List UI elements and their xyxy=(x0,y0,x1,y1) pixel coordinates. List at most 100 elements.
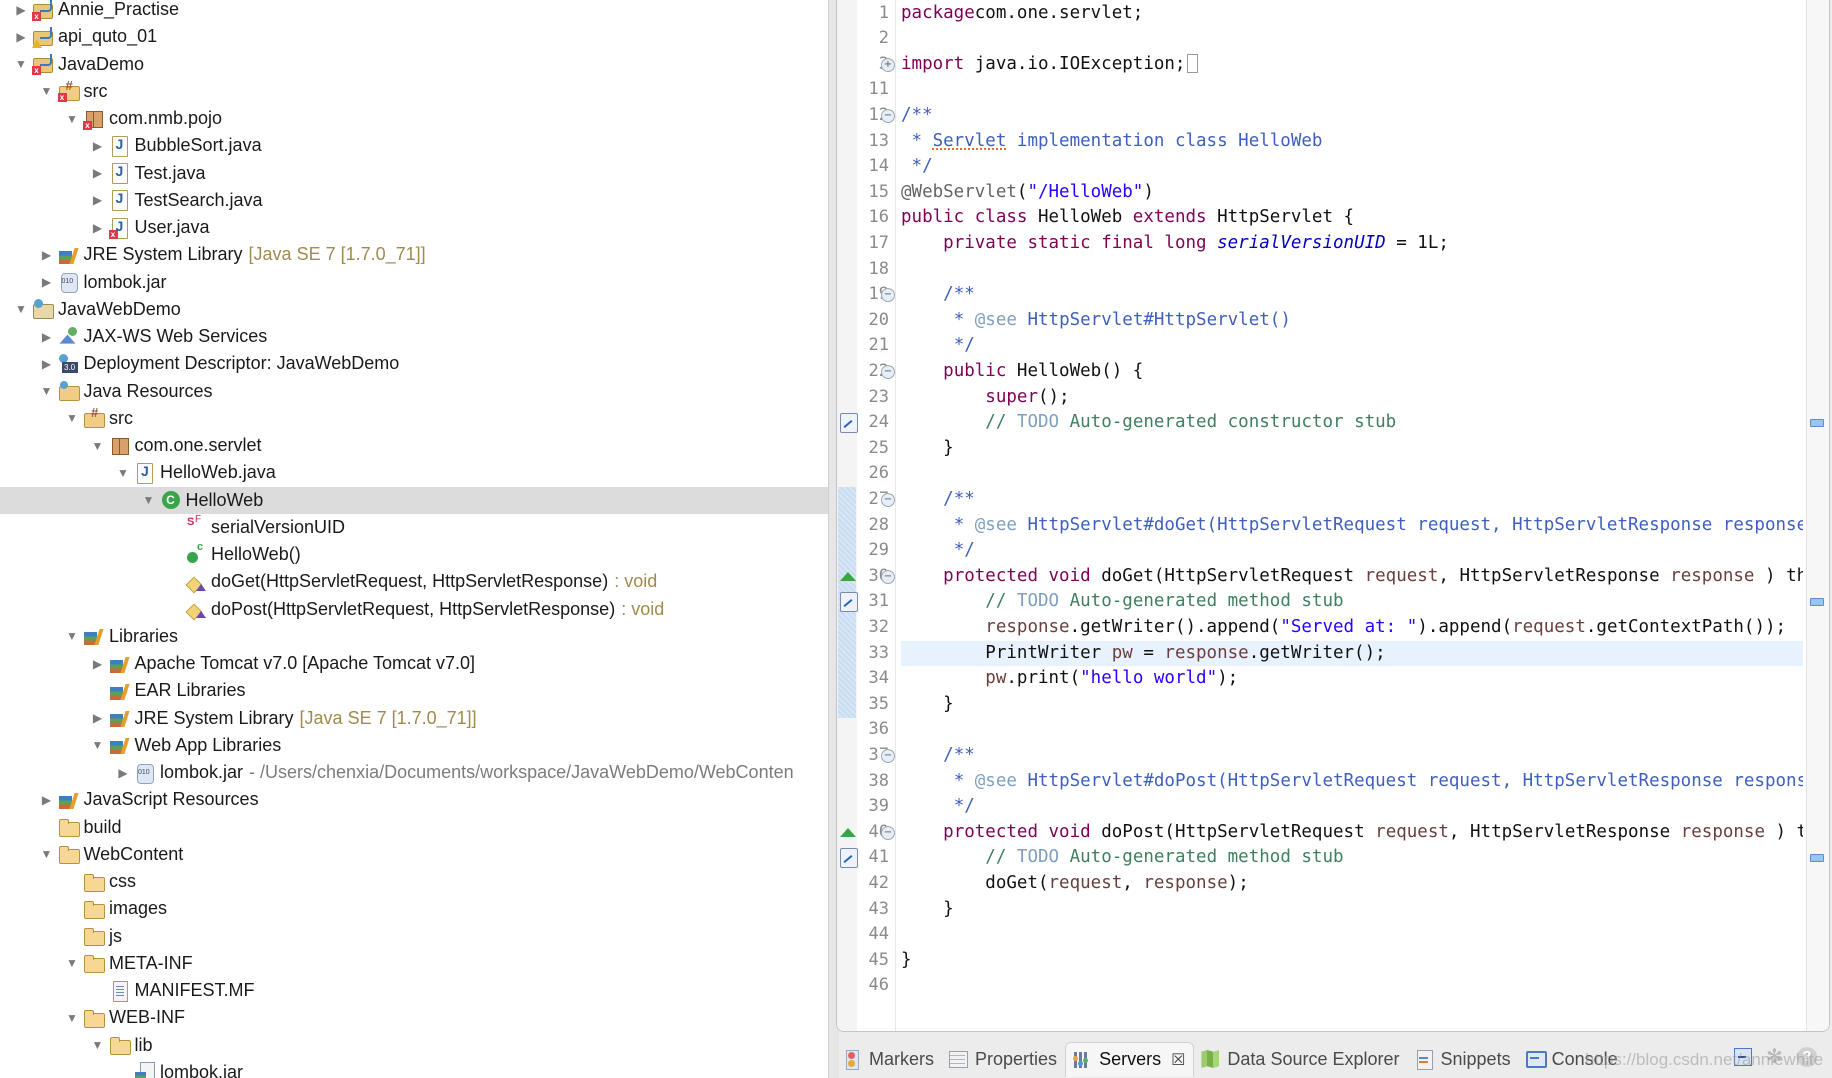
chevron-down-icon[interactable]: ▼ xyxy=(116,466,130,480)
tree-item[interactable]: ▼ x JavaDemo xyxy=(0,51,828,78)
code-line[interactable]: } xyxy=(901,897,1803,923)
chevron-down-icon[interactable]: ▼ xyxy=(40,384,54,398)
code-line[interactable]: } xyxy=(901,692,1803,718)
code-line[interactable]: /** xyxy=(901,487,1803,513)
code-line[interactable] xyxy=(901,973,1803,999)
chevron-right-icon[interactable]: ▶ xyxy=(116,766,130,780)
chevron-down-icon[interactable]: ▼ xyxy=(40,84,54,98)
tree-item[interactable]: build xyxy=(0,814,828,841)
chevron-right-icon[interactable]: ▶ xyxy=(91,139,105,153)
tree-item[interactable]: ▶ JAX-WS Web Services xyxy=(0,323,828,350)
code-line[interactable]: } xyxy=(901,436,1803,462)
chevron-down-icon[interactable]: ▼ xyxy=(91,439,105,453)
chevron-right-icon[interactable]: ▶ xyxy=(40,248,54,262)
tree-item[interactable]: css xyxy=(0,868,828,895)
task-overview-mark[interactable] xyxy=(1810,419,1824,428)
code-line[interactable] xyxy=(901,717,1803,743)
help-icon[interactable] xyxy=(1796,1046,1818,1068)
code-line[interactable]: public class HelloWeb extends HttpServle… xyxy=(901,205,1803,231)
tree-item[interactable]: MANIFEST.MF xyxy=(0,977,828,1004)
tree-item[interactable]: ▶ JRE System Library [Java SE 7 [1.7.0_71]… xyxy=(0,241,828,268)
fold-collapse-icon[interactable]: − xyxy=(881,748,895,763)
tab-data-source-explorer[interactable]: Data Source Explorer xyxy=(1194,1042,1407,1076)
code-line[interactable] xyxy=(901,461,1803,487)
code-line[interactable]: */ xyxy=(901,154,1803,180)
code-line[interactable]: // TODO Auto-generated method stub xyxy=(901,845,1803,871)
chevron-down-icon[interactable]: ▼ xyxy=(14,57,28,71)
code-line[interactable]: * @see HttpServlet#doGet(HttpServletRequ… xyxy=(901,513,1803,539)
code-line[interactable]: protected void doPost(HttpServletRequest… xyxy=(901,820,1803,846)
fold-collapse-icon[interactable]: − xyxy=(881,569,895,584)
chevron-right-icon[interactable]: ▶ xyxy=(91,711,105,725)
code-line[interactable]: /** xyxy=(901,282,1803,308)
task-overview-mark[interactable] xyxy=(1810,854,1824,863)
code-line[interactable]: super(); xyxy=(901,385,1803,411)
tree-item[interactable]: doGet(HttpServletRequest, HttpServletRes… xyxy=(0,568,828,595)
chevron-right-icon[interactable]: ▶ xyxy=(91,657,105,671)
fold-collapse-icon[interactable]: − xyxy=(881,108,895,123)
task-marker-icon[interactable] xyxy=(840,848,858,869)
fold-collapse-icon[interactable]: − xyxy=(881,492,895,507)
tree-item[interactable]: ▶ Apache Tomcat v7.0 [Apache Tomcat v7.0] xyxy=(0,650,828,677)
code-line[interactable]: // TODO Auto-generated method stub xyxy=(901,589,1803,615)
tree-item[interactable]: ▶ JRE System Library [Java SE 7 [1.7.0_71]… xyxy=(0,705,828,732)
tree-item[interactable]: ▶ Test.java xyxy=(0,160,828,187)
tree-item[interactable]: ▶ x Annie_Practise xyxy=(0,0,828,23)
tree-item[interactable]: ▶ JavaScript Resources xyxy=(0,786,828,813)
chevron-right-icon[interactable]: ▶ xyxy=(40,793,54,807)
tab-markers[interactable]: Markers xyxy=(836,1042,942,1076)
code-line[interactable]: * @see HttpServlet#HttpServlet() xyxy=(901,308,1803,334)
code-line[interactable]: } xyxy=(901,948,1803,974)
chevron-down-icon[interactable]: ▼ xyxy=(65,629,79,643)
chevron-right-icon[interactable]: ▶ xyxy=(40,275,54,289)
chevron-down-icon[interactable]: ▼ xyxy=(40,847,54,861)
tree-item[interactable]: js xyxy=(0,923,828,950)
tab-snippets[interactable]: Snippets xyxy=(1408,1042,1519,1076)
code-line[interactable] xyxy=(901,257,1803,283)
chevron-down-icon[interactable]: ▼ xyxy=(14,302,28,316)
chevron-down-icon[interactable]: ▼ xyxy=(65,112,79,126)
override-marker-icon[interactable] xyxy=(840,571,856,581)
code-line[interactable]: response.getWriter().append("Served at: … xyxy=(901,615,1803,641)
code-line[interactable] xyxy=(901,77,1803,103)
tree-item[interactable]: ▶ lombok.jar- /Users/chenxia/Documents/wo… xyxy=(0,759,828,786)
code-line[interactable]: * Servlet implementation class HelloWeb xyxy=(901,129,1803,155)
task-marker-icon[interactable] xyxy=(840,592,858,613)
chevron-right-icon[interactable]: ▶ xyxy=(91,166,105,180)
tree-item[interactable]: ▼ WebContent xyxy=(0,841,828,868)
code-line[interactable]: @WebServlet("/HelloWeb") xyxy=(901,180,1803,206)
fold-collapse-icon[interactable]: − xyxy=(881,364,895,379)
chevron-right-icon[interactable]: ▶ xyxy=(14,3,28,17)
tree-item[interactable]: lombok.jar xyxy=(0,1059,828,1078)
tree-item[interactable]: ▼ Libraries xyxy=(0,623,828,650)
tree-item[interactable]: ▼ HelloWeb xyxy=(0,486,828,514)
tree-item[interactable]: ▶ api_quto_01 xyxy=(0,23,828,50)
tree-item[interactable]: ▼ Web App Libraries xyxy=(0,732,828,759)
code-line[interactable]: // TODO Auto-generated constructor stub xyxy=(901,410,1803,436)
tree-item[interactable]: ▼x src xyxy=(0,78,828,105)
fold-collapse-icon[interactable]: − xyxy=(881,288,895,303)
chevron-right-icon[interactable]: ▶ xyxy=(14,30,28,44)
tree-item[interactable]: ▶ Deployment Descriptor: JavaWebDemo xyxy=(0,350,828,377)
chevron-down-icon[interactable]: ▼ xyxy=(142,493,156,507)
chevron-down-icon[interactable]: ▼ xyxy=(65,1011,79,1025)
java-editor[interactable]: 1 packagecom.one.servlet; 23 + import java.i… xyxy=(836,0,1830,1032)
code-line[interactable]: */ xyxy=(901,333,1803,359)
tab-servers[interactable]: Servers ☒ xyxy=(1065,1041,1195,1077)
code-line[interactable] xyxy=(901,26,1803,52)
code-line[interactable]: pw.print("hello world"); xyxy=(901,666,1803,692)
tree-item[interactable]: ▶ BubbleSort.java xyxy=(0,132,828,159)
folded-region-icon[interactable] xyxy=(1187,54,1199,74)
code-line[interactable]: PrintWriter pw = response.getWriter(); xyxy=(901,640,1803,667)
chevron-down-icon[interactable]: ▼ xyxy=(91,1038,105,1052)
tree-item[interactable]: ▼ HelloWeb.java xyxy=(0,459,828,486)
chevron-right-icon[interactable]: ▶ xyxy=(91,221,105,235)
tab-console[interactable]: Console xyxy=(1519,1042,1626,1076)
fold-collapse-icon[interactable]: − xyxy=(881,825,895,840)
tree-item[interactable]: images xyxy=(0,895,828,922)
code-line[interactable]: /** xyxy=(901,743,1803,769)
code-line[interactable]: */ xyxy=(901,538,1803,564)
task-overview-mark[interactable] xyxy=(1810,598,1824,607)
code-line[interactable]: */ xyxy=(901,794,1803,820)
chevron-down-icon[interactable]: ▼ xyxy=(91,738,105,752)
